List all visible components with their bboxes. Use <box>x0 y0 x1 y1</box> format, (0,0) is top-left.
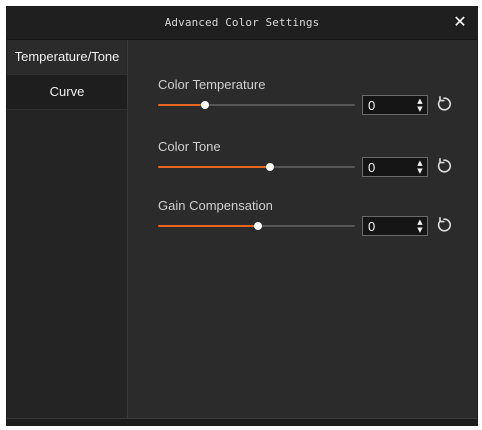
status-bar <box>7 418 477 426</box>
gain-compensation-slider[interactable] <box>158 221 355 231</box>
tab-temperature-tone[interactable]: Temperature/Tone <box>7 40 127 75</box>
reset-icon[interactable] <box>435 157 453 175</box>
slider-fill <box>158 166 270 168</box>
reset-icon[interactable] <box>435 95 453 113</box>
reset-icon[interactable] <box>435 216 453 234</box>
spin-arrows: ▲ ▼ <box>415 218 425 234</box>
tab-label: Temperature/Tone <box>14 49 120 64</box>
gain-compensation-setting: Gain Compensation 0 ▲ ▼ <box>128 198 477 258</box>
spin-up-icon[interactable]: ▲ <box>415 159 425 167</box>
slider-thumb[interactable] <box>254 222 262 230</box>
advanced-color-settings-window: Advanced Color Settings ✕ Temperature/To… <box>6 6 478 426</box>
close-icon[interactable]: ✕ <box>451 12 469 32</box>
tab-label: Curve <box>49 84 85 99</box>
color-tone-setting: Color Tone 0 ▲ ▼ <box>128 139 477 199</box>
spin-up-icon[interactable]: ▲ <box>415 97 425 105</box>
color-tone-slider[interactable] <box>158 162 355 172</box>
gain-compensation-label: Gain Compensation <box>158 198 273 213</box>
color-temperature-spinbox[interactable]: 0 ▲ ▼ <box>362 95 428 115</box>
spin-arrows: ▲ ▼ <box>415 159 425 175</box>
window-title: Advanced Color Settings <box>164 16 320 29</box>
spin-down-icon[interactable]: ▼ <box>415 226 425 234</box>
spin-down-icon[interactable]: ▼ <box>415 167 425 175</box>
color-tone-spinbox[interactable]: 0 ▲ ▼ <box>362 157 428 177</box>
spinbox-value[interactable]: 0 <box>368 160 375 176</box>
reset-icon-svg <box>437 96 452 111</box>
gain-compensation-spinbox[interactable]: 0 ▲ ▼ <box>362 216 428 236</box>
color-tone-label: Color Tone <box>158 139 221 154</box>
settings-panel: Color Temperature 0 ▲ ▼ Color Tone 0 ▲ ▼… <box>128 40 477 418</box>
title-bar: Advanced Color Settings ✕ <box>7 7 477 40</box>
color-temperature-slider[interactable] <box>158 100 355 110</box>
sidebar: Temperature/Tone Curve <box>7 40 128 418</box>
slider-thumb[interactable] <box>266 163 274 171</box>
spin-down-icon[interactable]: ▼ <box>415 105 425 113</box>
color-temperature-label: Color Temperature <box>158 77 266 92</box>
spin-up-icon[interactable]: ▲ <box>415 218 425 226</box>
spinbox-value[interactable]: 0 <box>368 98 375 114</box>
reset-icon-svg <box>437 217 452 232</box>
slider-thumb[interactable] <box>201 101 209 109</box>
reset-icon-svg <box>437 158 452 173</box>
slider-fill <box>158 104 205 106</box>
color-temperature-setting: Color Temperature 0 ▲ ▼ <box>128 77 477 137</box>
spinbox-value[interactable]: 0 <box>368 219 375 235</box>
slider-fill <box>158 225 258 227</box>
spin-arrows: ▲ ▼ <box>415 97 425 113</box>
tab-curve[interactable]: Curve <box>7 75 127 110</box>
